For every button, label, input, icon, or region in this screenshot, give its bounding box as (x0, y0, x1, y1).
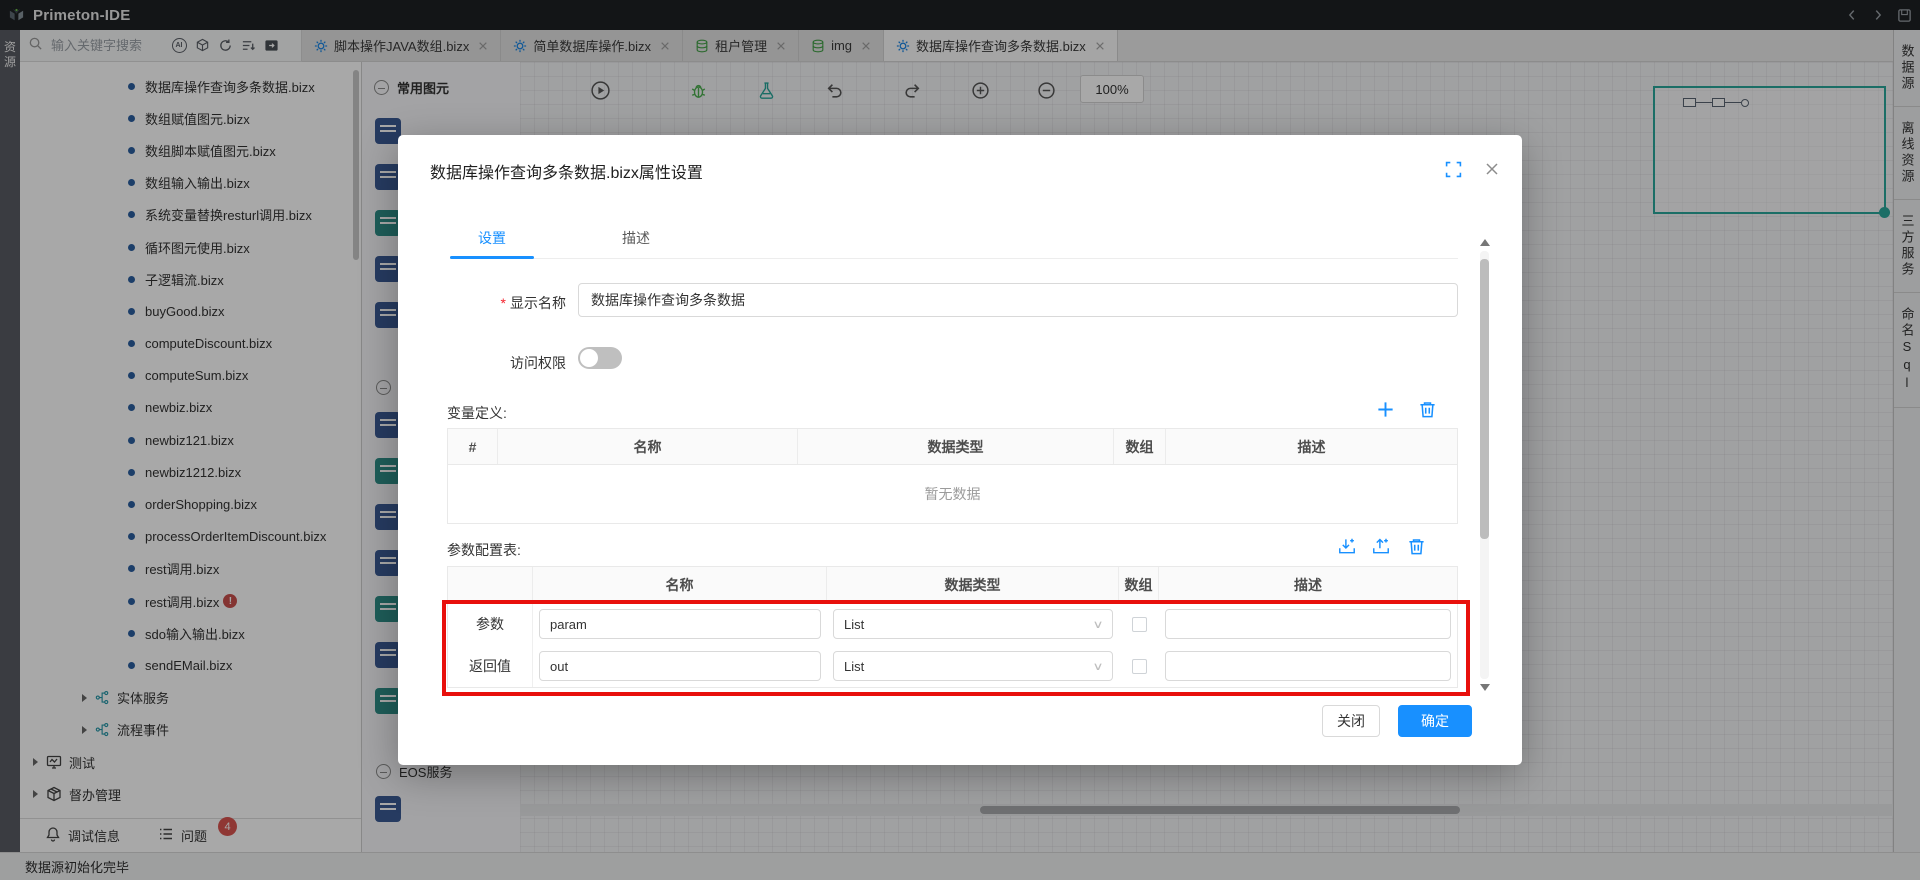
param-array-checkbox[interactable] (1131, 616, 1147, 632)
add-variable-icon[interactable] (1374, 398, 1396, 420)
param-name-field[interactable] (539, 609, 821, 639)
param-type-select[interactable]: List ∨ (833, 651, 1113, 681)
variables-section-label: 变量定义: (447, 405, 507, 421)
primeton-ide-window: Primeton-IDE 资源 AI 脚本操作JAVA数组.bizx简单数据库操… (0, 0, 1920, 880)
delete-variable-icon[interactable] (1416, 398, 1438, 420)
param-desc-field[interactable] (1165, 609, 1451, 639)
access-permission-toggle[interactable] (578, 347, 622, 369)
param-row-output: 返回值 List∨ (448, 645, 1457, 687)
dialog-tabbar: 设置 描述 (450, 219, 1458, 259)
confirm-button[interactable]: 确定 (1398, 705, 1472, 737)
params-section-label: 参数配置表: (447, 542, 521, 558)
dialog-scrollbar[interactable] (1478, 239, 1491, 691)
close-icon[interactable] (1484, 161, 1500, 180)
scroll-down-icon[interactable] (1480, 684, 1490, 691)
delete-params-icon[interactable] (1405, 535, 1427, 557)
param-array-checkbox[interactable] (1131, 658, 1147, 674)
empty-table-message: 暂无数据 (448, 465, 1457, 523)
param-row-input: 参数 List∨ (448, 603, 1457, 645)
display-name-field[interactable] (578, 283, 1458, 317)
dialog-title: 数据库操作查询多条数据.bizx属性设置 (430, 165, 703, 182)
chevron-down-icon: ∨ (1092, 660, 1104, 673)
param-row-label: 返回值 (448, 645, 533, 687)
close-button[interactable]: 关闭 (1322, 705, 1380, 737)
properties-dialog: 数据库操作查询多条数据.bizx属性设置 设置 描述 显示名称 访问权限 变量定… (398, 135, 1522, 765)
param-desc-field[interactable] (1165, 651, 1451, 681)
display-name-label: 显示名称 (438, 293, 566, 313)
chevron-down-icon: ∨ (1092, 618, 1104, 631)
access-permission-label: 访问权限 (510, 355, 566, 371)
import-params-icon[interactable] (1336, 535, 1358, 557)
param-type-select[interactable]: List ∨ (833, 609, 1113, 639)
export-params-icon[interactable] (1370, 535, 1392, 557)
scroll-thumb[interactable] (1480, 259, 1489, 539)
params-table: 名称 数据类型 数组 描述 参数 List∨ 返回值 List∨ (447, 566, 1458, 688)
fullscreen-icon[interactable] (1445, 161, 1462, 181)
param-row-label: 参数 (448, 603, 533, 645)
scroll-up-icon[interactable] (1480, 239, 1490, 246)
tab-description[interactable]: 描述 (594, 219, 678, 258)
tab-settings[interactable]: 设置 (450, 219, 534, 259)
variables-table: # 名称 数据类型 数组 描述 暂无数据 (447, 428, 1458, 524)
param-name-field[interactable] (539, 651, 821, 681)
